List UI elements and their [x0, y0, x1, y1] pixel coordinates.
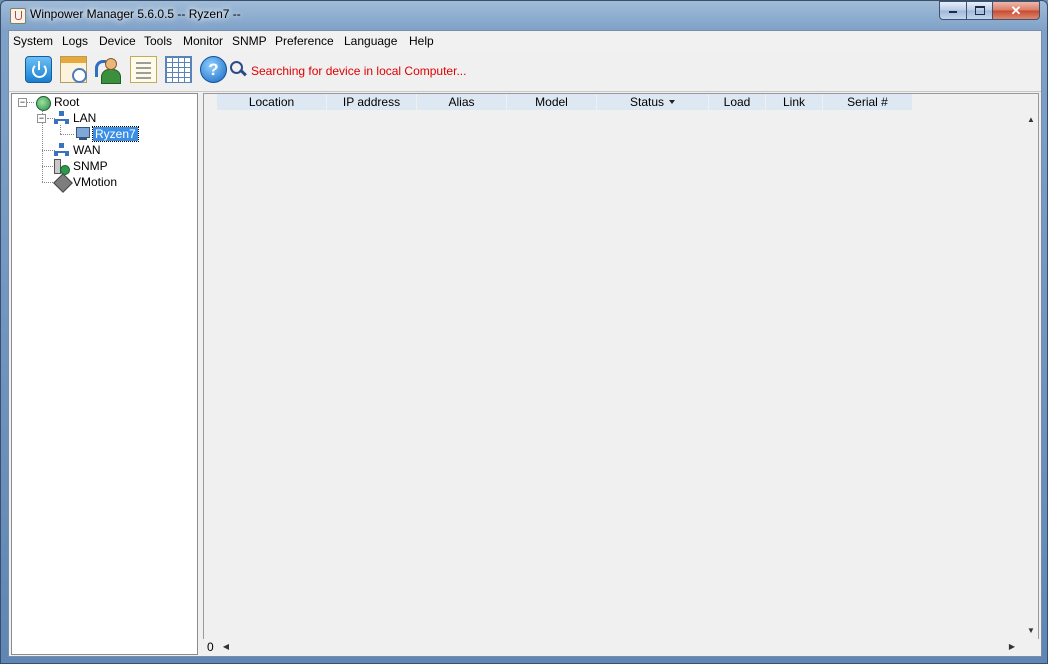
calendar-clock-icon[interactable]	[60, 56, 87, 83]
search-device-icon	[230, 61, 248, 79]
tree-item-label: Root	[54, 95, 80, 109]
maximize-button[interactable]	[966, 1, 993, 20]
list-line	[136, 72, 151, 74]
column-header-ip-address[interactable]: IP address	[327, 94, 417, 110]
menu-tools[interactable]: Tools	[144, 34, 172, 48]
tree-item-label: VMotion	[73, 175, 118, 189]
scroll-up-icon[interactable]: ▲	[1024, 114, 1038, 126]
sort-descending-icon	[669, 100, 676, 104]
table-footer: 0 ◀ ▶	[203, 639, 1039, 655]
lan-collapse-toggle[interactable]: −	[37, 114, 46, 123]
column-header-link[interactable]: Link	[766, 94, 823, 110]
tree-item-label: Ryzen7	[92, 126, 139, 142]
menu-language[interactable]: Language	[344, 34, 397, 48]
computer-icon	[76, 127, 91, 141]
grid-icon[interactable]	[165, 56, 192, 83]
toolbar: ? Searching for device in local Computer…	[9, 51, 1041, 92]
list-line	[136, 62, 151, 64]
column-header-alias[interactable]: Alias	[417, 94, 507, 110]
row-count: 0	[207, 640, 214, 654]
tree-item-label: LAN	[73, 111, 97, 125]
column-header-location[interactable]: Location	[217, 94, 327, 110]
menu-preference[interactable]: Preference	[275, 34, 334, 48]
menu-logs[interactable]: Logs	[62, 34, 88, 48]
tree-item-vmotion[interactable]: VMotion	[71, 174, 119, 190]
tree-item-ryzen7[interactable]: Ryzen7	[92, 126, 139, 142]
vertical-scrollbar[interactable]: ▲ ▼	[1024, 112, 1038, 639]
column-header-load[interactable]: Load	[709, 94, 766, 110]
menu-device[interactable]: Device	[99, 34, 136, 48]
tree-item-snmp[interactable]: SNMP	[71, 158, 110, 174]
minimize-button[interactable]	[939, 1, 967, 20]
scroll-right-icon[interactable]: ▶	[1005, 641, 1019, 653]
lan-network-icon	[54, 111, 69, 125]
vmotion-icon	[53, 173, 73, 193]
root-collapse-toggle[interactable]: −	[18, 98, 27, 107]
maximize-icon	[974, 6, 985, 15]
power-icon[interactable]	[25, 56, 52, 83]
menu-system[interactable]: System	[13, 34, 53, 48]
tree-connector	[26, 102, 34, 103]
help-icon[interactable]: ?	[200, 56, 227, 83]
column-header-model[interactable]: Model	[507, 94, 597, 110]
menu-monitor[interactable]: Monitor	[183, 34, 223, 48]
minimize-icon	[949, 11, 957, 13]
tree-item-lan[interactable]: LAN	[71, 110, 98, 126]
device-table: Location IP address Alias Model Status L…	[203, 93, 1039, 655]
title-bar[interactable]: Winpower Manager 5.6.0.5 -- Ryzen7 -- ✕	[1, 1, 1047, 29]
user-head-shape	[105, 58, 117, 70]
scroll-left-icon[interactable]: ◀	[219, 641, 233, 653]
column-header-serial[interactable]: Serial #	[823, 94, 913, 110]
tree-item-label: WAN	[73, 143, 101, 157]
menu-snmp[interactable]: SNMP	[232, 34, 267, 48]
close-button[interactable]: ✕	[992, 1, 1040, 20]
window-title: Winpower Manager 5.6.0.5 -- Ryzen7 --	[30, 7, 241, 21]
network-globe-icon	[36, 96, 51, 111]
column-header-label: Status	[629, 95, 665, 109]
menu-bar: System Logs Device Tools Monitor SNMP Pr…	[9, 31, 1041, 52]
tree-connector	[60, 134, 74, 135]
close-icon: ✕	[1010, 3, 1022, 18]
user-refresh-icon[interactable]	[95, 56, 122, 84]
scroll-down-icon[interactable]: ▼	[1024, 625, 1038, 637]
menu-help[interactable]: Help	[409, 34, 434, 48]
column-header-status[interactable]: Status	[597, 94, 709, 110]
list-line	[136, 77, 151, 79]
status-message: Searching for device in local Computer..…	[251, 64, 467, 78]
wan-network-icon	[54, 143, 69, 157]
user-body-shape	[101, 69, 121, 84]
device-tree: − Root − LAN Ryzen7 WAN SNMP VMotion	[11, 93, 198, 655]
tree-item-root[interactable]: Root	[52, 94, 81, 110]
tree-connector	[60, 125, 61, 134]
tree-item-wan[interactable]: WAN	[71, 142, 103, 158]
list-icon[interactable]	[130, 56, 157, 83]
tree-item-label: SNMP	[73, 159, 108, 173]
horizontal-scrollbar[interactable]: ◀ ▶	[219, 639, 1019, 655]
app-window: Winpower Manager 5.6.0.5 -- Ryzen7 -- ✕ …	[0, 0, 1048, 664]
client-area: System Logs Device Tools Monitor SNMP Pr…	[8, 30, 1042, 657]
java-app-icon	[10, 8, 26, 24]
snmp-device-icon	[54, 159, 70, 175]
list-line	[136, 67, 151, 69]
